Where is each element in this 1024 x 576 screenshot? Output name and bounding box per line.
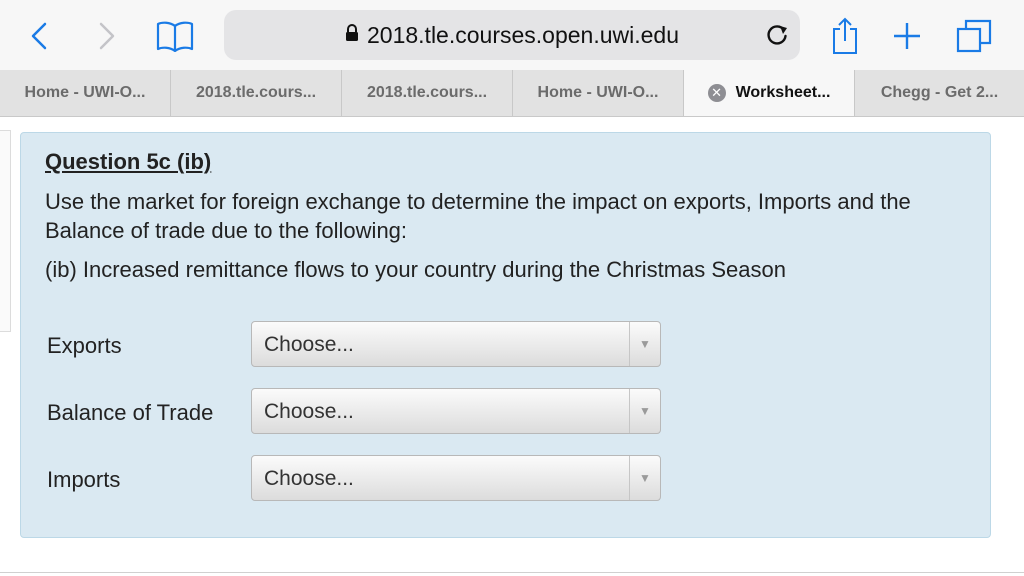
question-panel: Question 5c (ib) Use the market for fore…: [20, 132, 991, 538]
reload-icon[interactable]: [764, 22, 790, 48]
browser-toolbar: 2018.tle.courses.open.uwi.edu: [0, 0, 1024, 70]
new-tab-icon[interactable]: [890, 14, 924, 58]
tab-label: 2018.tle.cours...: [195, 84, 317, 101]
share-icon[interactable]: [828, 14, 862, 58]
dropdown-arrow-icon: ▼: [629, 322, 660, 366]
address-bar[interactable]: 2018.tle.courses.open.uwi.edu: [224, 10, 800, 60]
tab-bar: Home - UWI-O... 2018.tle.cours... 2018.t…: [0, 70, 1024, 117]
tab-worksheet[interactable]: ✕ Worksheet...: [684, 70, 855, 116]
url-text: 2018.tle.courses.open.uwi.edu: [367, 21, 679, 48]
tab-label: Worksheet...: [735, 84, 831, 101]
side-navigation-strip: [0, 130, 11, 332]
balance-of-trade-label: Balance of Trade: [47, 400, 214, 425]
question-body: Use the market for foreign exchange to d…: [45, 189, 911, 243]
tab-label: Home - UWI-O...: [537, 84, 659, 101]
divider: [0, 572, 1024, 573]
bookmarks-icon[interactable]: [152, 14, 198, 58]
dropdown-arrow-icon: ▼: [629, 389, 660, 433]
question-title: Question 5c (ib): [45, 149, 212, 174]
tab-label: 2018.tle.cours...: [366, 84, 488, 101]
exports-select[interactable]: Choose... ▼: [251, 321, 661, 367]
close-tab-icon[interactable]: ✕: [707, 84, 726, 102]
tab-home-uwi-2[interactable]: Home - UWI-O...: [513, 70, 684, 116]
tab-chegg[interactable]: Chegg - Get 2...: [855, 70, 1024, 116]
tab-tle-courses-1[interactable]: 2018.tle.cours...: [171, 70, 342, 116]
tab-tle-courses-2[interactable]: 2018.tle.cours...: [342, 70, 513, 116]
balance-of-trade-select[interactable]: Choose... ▼: [251, 388, 661, 434]
balance-of-trade-select-value: Choose...: [264, 400, 354, 423]
imports-label: Imports: [47, 467, 121, 492]
question-subpart: (ib) Increased remittance flows to your …: [45, 257, 786, 282]
imports-select-value: Choose...: [264, 467, 354, 490]
dropdown-arrow-icon: ▼: [629, 456, 660, 500]
exports-select-value: Choose...: [264, 333, 354, 356]
tab-label: Chegg - Get 2...: [880, 84, 999, 101]
tabs-icon[interactable]: [954, 14, 994, 58]
tab-home-uwi-1[interactable]: Home - UWI-O...: [0, 70, 171, 116]
tab-label: Home - UWI-O...: [24, 84, 146, 101]
exports-label: Exports: [47, 333, 122, 358]
forward-icon[interactable]: [92, 14, 122, 58]
back-icon[interactable]: [24, 14, 54, 58]
imports-select[interactable]: Choose... ▼: [251, 455, 661, 501]
lock-icon: [345, 23, 359, 47]
